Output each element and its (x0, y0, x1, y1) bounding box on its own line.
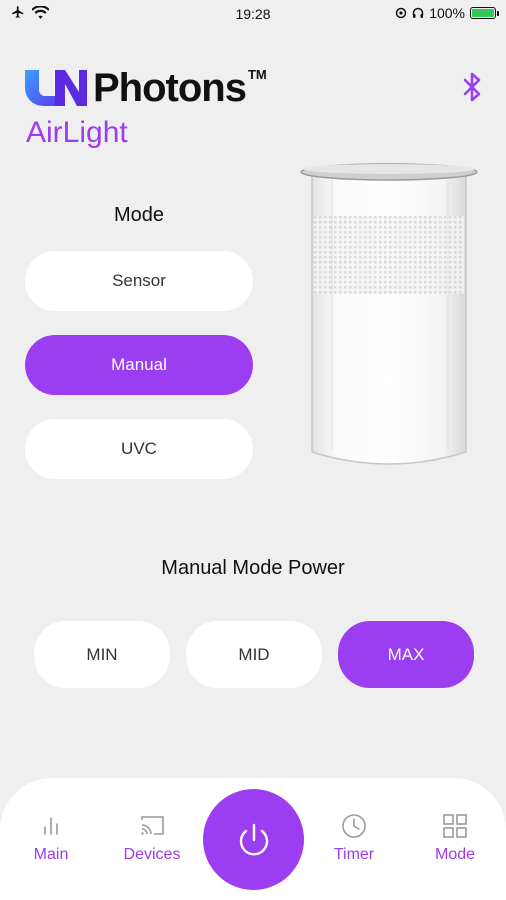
brand-trademark: TM (247, 66, 267, 82)
power-icon (239, 823, 268, 855)
brand-header: Photons TM (25, 66, 267, 110)
power-button[interactable] (203, 789, 304, 890)
tab-main[interactable]: Main (11, 812, 91, 864)
product-title: AirLight (26, 116, 128, 149)
mode-uvc-button[interactable]: UVC (25, 419, 253, 479)
clock-icon (342, 814, 366, 838)
photons-logo-icon (25, 70, 87, 106)
grid-icon (443, 814, 467, 838)
bar-chart-icon (44, 817, 58, 835)
power-max-button[interactable]: MAX (338, 621, 474, 688)
tab-timer-label: Timer (333, 846, 375, 863)
tab-devices[interactable]: Devices (112, 812, 192, 864)
mode-sensor-button[interactable]: Sensor (25, 251, 253, 311)
power-mid-button[interactable]: MID (186, 621, 322, 688)
power-min-button[interactable]: MIN (34, 621, 170, 688)
brand-name: Photons (93, 66, 247, 110)
mode-manual-button[interactable]: Manual (25, 335, 253, 395)
battery-icon (470, 7, 499, 19)
tab-mode-label: Mode (434, 846, 476, 863)
tab-main-label: Main (33, 846, 69, 863)
bluetooth-icon[interactable] (460, 72, 484, 102)
cast-icon (141, 816, 164, 835)
tab-timer[interactable]: Timer (314, 812, 394, 864)
power-title: Manual Mode Power (161, 557, 345, 579)
status-bar: 19:28 100% (0, 0, 506, 28)
headphones-icon (412, 7, 424, 18)
tab-devices-label: Devices (123, 846, 181, 863)
alarm-icon (395, 7, 407, 19)
status-right: 100% (395, 5, 499, 21)
tab-mode[interactable]: Mode (415, 812, 495, 864)
battery-percent: 100% (429, 5, 465, 21)
mode-title: Mode (113, 204, 165, 226)
airlight-device-image (300, 163, 478, 465)
